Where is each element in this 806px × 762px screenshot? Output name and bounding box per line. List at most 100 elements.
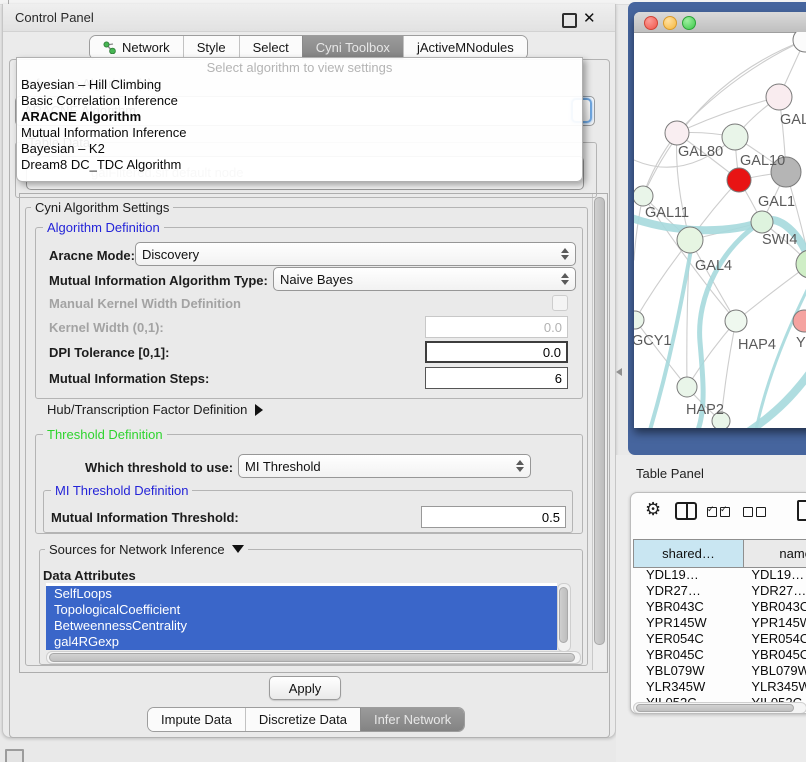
- dock-window-icon[interactable]: [5, 749, 24, 762]
- network-node[interactable]: [725, 310, 747, 332]
- tab-select[interactable]: Select: [239, 36, 302, 59]
- aracne-mode-value: Discovery: [142, 247, 199, 262]
- tab-cyni-toolbox[interactable]: Cyni Toolbox: [302, 36, 403, 59]
- split-columns-icon[interactable]: [675, 502, 697, 520]
- minimize-traffic-icon[interactable]: [663, 16, 677, 30]
- tab-discretize-data[interactable]: Discretize Data: [245, 708, 360, 731]
- dropdown-item-list: Bayesian – Hill ClimbingBasic Correlatio…: [17, 77, 582, 173]
- attribute-list-item[interactable]: TopologicalCoefficient: [46, 602, 557, 618]
- apply-button[interactable]: Apply: [269, 676, 341, 700]
- network-graph-canvas[interactable]: GAL7GAL80GAL10GAL1GAL11SWI4GAL4GCY1HAP4Y…: [634, 32, 806, 428]
- which-threshold-combobox[interactable]: MI Threshold: [238, 454, 531, 478]
- which-threshold-value: MI Threshold: [245, 459, 321, 474]
- tab-network[interactable]: Network: [90, 36, 183, 59]
- close-traffic-icon[interactable]: [644, 16, 658, 30]
- manual-kernel-width-checkbox[interactable]: [552, 295, 568, 311]
- mi-algorithm-type-combobox[interactable]: Naive Bayes: [273, 267, 576, 291]
- table-cell: YLR345W: [633, 678, 743, 694]
- manual-kernel-width-label: Manual Kernel Width Definition: [49, 296, 241, 311]
- hub-definition-expander[interactable]: Hub/Transcription Factor Definition: [47, 402, 263, 417]
- tab-jactivemnodules-label: jActiveMNodules: [417, 40, 514, 55]
- network-view-panel: GAL7GAL80GAL10GAL1GAL11SWI4GAL4GCY1HAP4Y…: [628, 2, 806, 455]
- table-hscrollbar-thumb[interactable]: [636, 704, 794, 712]
- network-node[interactable]: [665, 121, 689, 145]
- algorithm-option[interactable]: Basic Correlation Inference: [17, 93, 582, 109]
- algorithm-option[interactable]: ARACNE Algorithm: [17, 109, 582, 125]
- algorithm-option[interactable]: Bayesian – Hill Climbing: [17, 77, 582, 93]
- network-edge[interactable]: [635, 320, 687, 387]
- attributes-scrollbar-thumb[interactable]: [559, 587, 568, 643]
- table-cell: YBL079W: [743, 662, 806, 678]
- attributes-hscrollbar[interactable]: [46, 651, 581, 664]
- tab-network-label: Network: [122, 40, 170, 55]
- tab-impute-data-label: Impute Data: [161, 712, 232, 727]
- algorithm-option[interactable]: Mutual Information Inference: [17, 125, 582, 141]
- kernel-width-field[interactable]: 0.0: [425, 316, 568, 338]
- settings-scrollbar-thumb[interactable]: [594, 197, 605, 645]
- table-row[interactable]: YBR043CYBR043C: [633, 598, 806, 614]
- splitter-collapse-icon[interactable]: [616, 368, 622, 376]
- attributes-hscrollbar-thumb[interactable]: [49, 653, 575, 662]
- kernel-width-label: Kernel Width (0,1):: [49, 320, 164, 335]
- node-table-body[interactable]: YDL19…YDL19…13YDR27…YDR27…12YBR043CYBR04…: [633, 566, 806, 712]
- table-row[interactable]: YDL19…YDL19…13: [633, 566, 806, 582]
- tab-style[interactable]: Style: [183, 36, 239, 59]
- network-node[interactable]: [766, 84, 792, 110]
- attribute-list-item[interactable]: BetweennessCentrality: [46, 618, 557, 634]
- table-cell: YPR145W: [743, 614, 806, 630]
- attributes-list-scrollbar[interactable]: [557, 583, 571, 652]
- data-attributes-list[interactable]: SelfLoopsTopologicalCoefficientBetweenne…: [46, 583, 557, 650]
- cyni-algorithm-settings-title: Cyni Algorithm Settings: [31, 200, 173, 215]
- table-row[interactable]: YBL079WYBL079W: [633, 662, 806, 678]
- network-node[interactable]: [677, 227, 703, 253]
- aracne-mode-combobox[interactable]: Discovery: [135, 242, 576, 266]
- tab-impute-data[interactable]: Impute Data: [148, 708, 245, 731]
- table-column-header[interactable]: shared…: [634, 540, 744, 568]
- network-node[interactable]: [793, 32, 806, 52]
- mi-threshold-field[interactable]: 0.5: [421, 506, 566, 528]
- deselect-all-checkboxes-icon[interactable]: [743, 504, 769, 522]
- tab-jactivemnodules[interactable]: jActiveMNodules: [403, 36, 527, 59]
- algorithm-option[interactable]: Bayesian – K2: [17, 141, 582, 157]
- sources-group-expander[interactable]: Sources for Network Inference: [45, 542, 248, 557]
- select-all-checkboxes-icon[interactable]: [707, 504, 733, 522]
- network-node-label: GCY1: [634, 333, 672, 349]
- table-hscrollbar[interactable]: [633, 702, 806, 714]
- network-node[interactable]: [634, 186, 653, 206]
- screen: Control Panel ✕ Network Style Select Cyn…: [0, 0, 806, 762]
- network-node[interactable]: [722, 124, 748, 150]
- network-window-titlebar[interactable]: [634, 12, 806, 33]
- algorithm-option[interactable]: Dream8 DC_TDC Algorithm: [17, 157, 582, 173]
- table-column-header[interactable]: name: [744, 540, 806, 568]
- table-row[interactable]: YER054CYER054C8.: [633, 630, 806, 646]
- gear-icon[interactable]: ⚙: [645, 499, 661, 520]
- settings-scrollbar[interactable]: [592, 194, 606, 670]
- page-icon[interactable]: [797, 500, 806, 521]
- table-row[interactable]: YBR045CYBR045C9.: [633, 646, 806, 662]
- table-row[interactable]: YLR345WYLR345W9.: [633, 678, 806, 694]
- network-edge[interactable]: [687, 321, 736, 387]
- algorithm-dropdown-popup: Select algorithm to view settings Bayesi…: [16, 57, 583, 182]
- network-node[interactable]: [751, 211, 773, 233]
- mi-steps-field[interactable]: 6: [425, 367, 568, 389]
- network-node[interactable]: [727, 168, 751, 192]
- attribute-list-item[interactable]: SelfLoops: [46, 586, 557, 602]
- network-node[interactable]: [677, 377, 697, 397]
- float-icon[interactable]: [562, 13, 577, 28]
- network-node[interactable]: [634, 311, 644, 329]
- dpi-tolerance-field[interactable]: 0.0: [425, 341, 568, 363]
- zoom-traffic-icon[interactable]: [682, 16, 696, 30]
- tab-infer-network[interactable]: Infer Network: [360, 708, 464, 731]
- table-row[interactable]: YDR27…YDR27…12: [633, 582, 806, 598]
- algorithm-definition-title: Algorithm Definition: [43, 220, 164, 235]
- data-attributes-label: Data Attributes: [43, 568, 136, 583]
- table-window: ⚙ shared…nameA YDL19…YDL19…13YDR27…YDR27…: [630, 492, 806, 714]
- close-icon[interactable]: ✕: [583, 9, 596, 27]
- table-cell: YDR27…: [633, 582, 743, 598]
- attribute-list-item[interactable]: gal4RGexp: [46, 634, 557, 650]
- combo-arrows-icon: [555, 273, 569, 285]
- network-edge[interactable]: [748, 370, 806, 428]
- table-row[interactable]: YPR145WYPR145W9.: [633, 614, 806, 630]
- network-node-label: SWI4: [762, 232, 797, 248]
- cyni-bottom-tabs: Impute Data Discretize Data Infer Networ…: [147, 707, 465, 732]
